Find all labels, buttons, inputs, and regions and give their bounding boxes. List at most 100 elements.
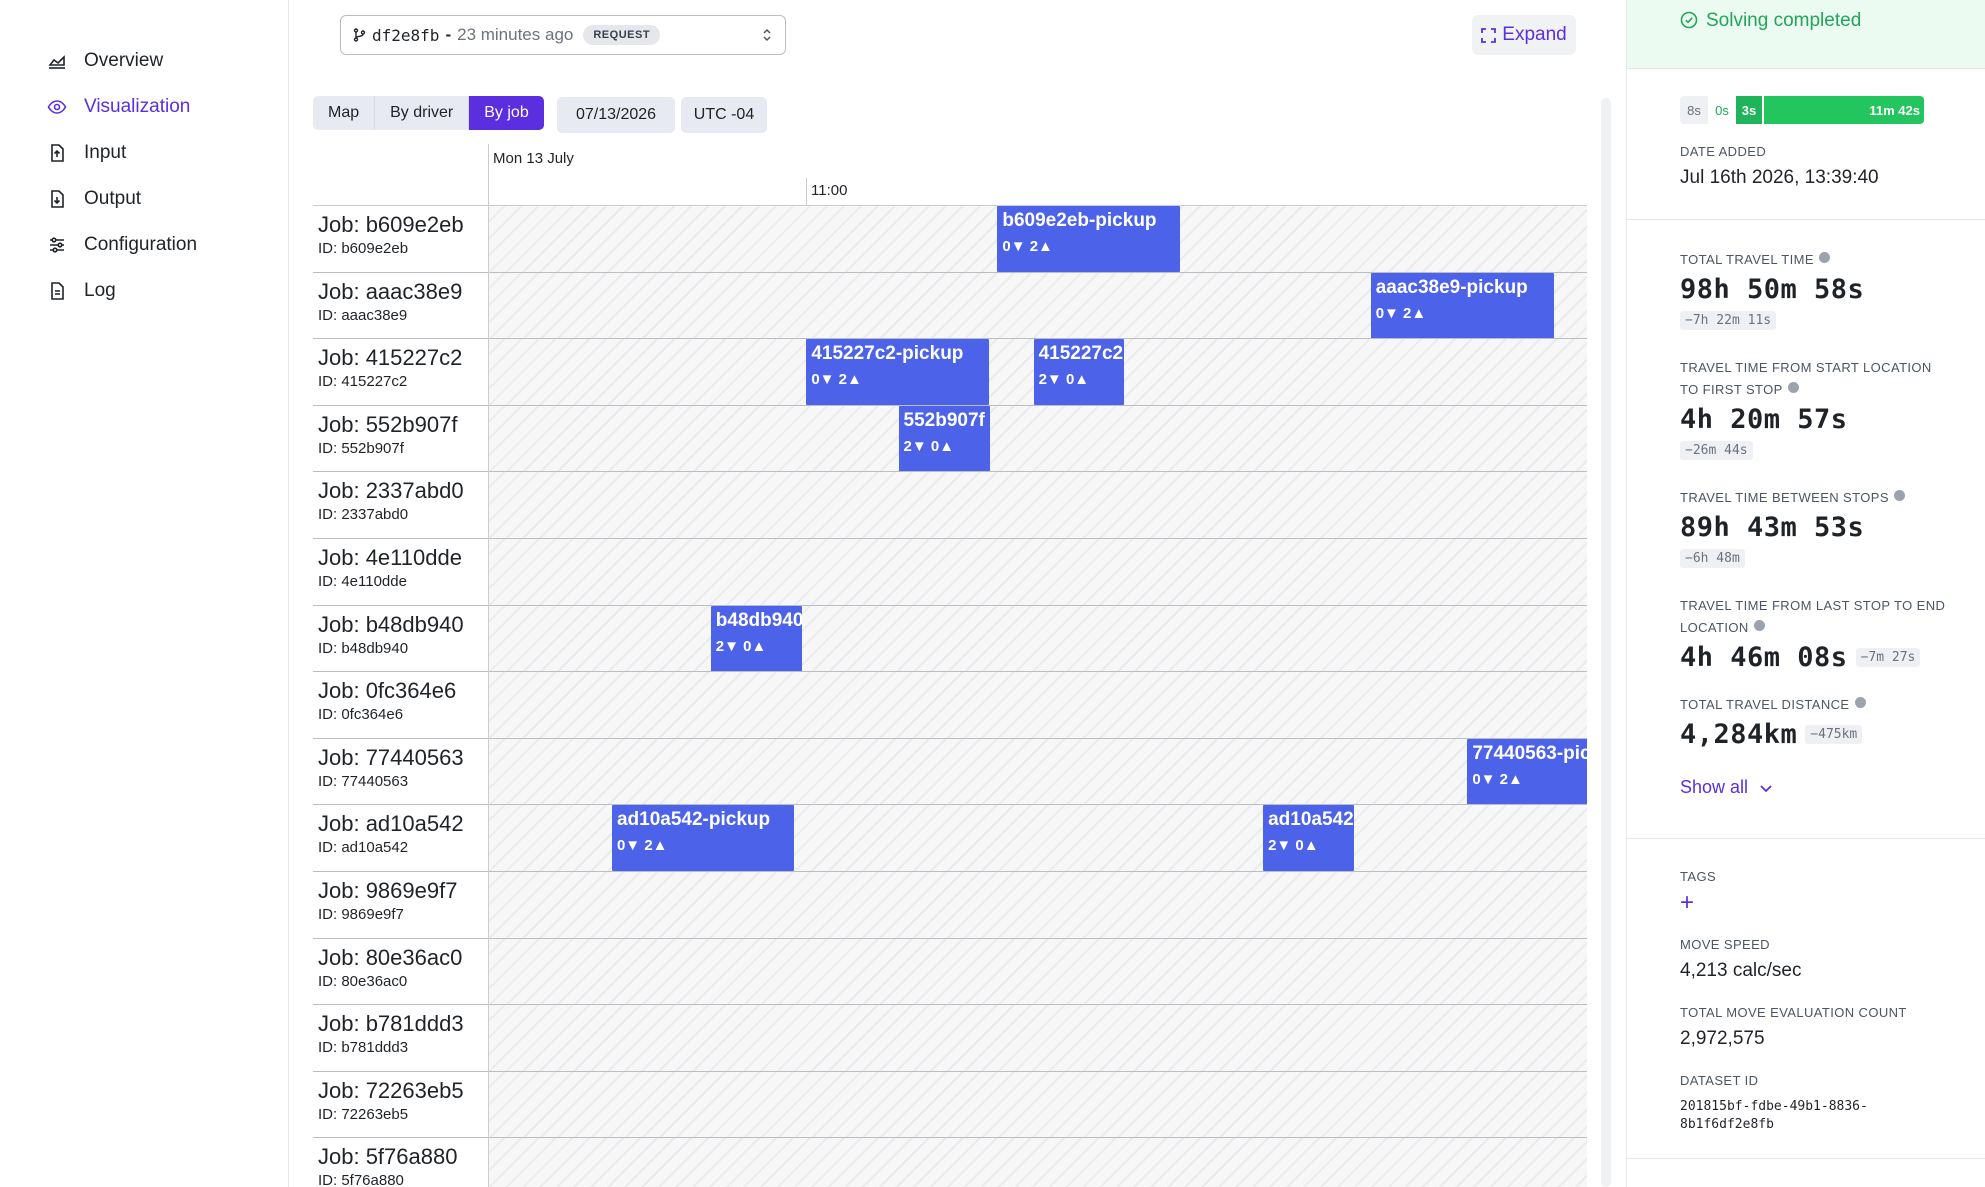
stop-bar-label: b609e2eb-pickup <box>1002 210 1157 231</box>
job-id: ID: 77440563 <box>318 772 409 790</box>
stop-bar[interactable]: 552b907f 2▼ 0▲ <box>898 405 990 472</box>
stop-bar-counts: 0▼ 2▲ <box>616 837 668 855</box>
job-title: Job: 77440563 <box>318 744 464 770</box>
job-label: Job: b781ddd3 ID: b781ddd3 <box>318 1011 488 1056</box>
eye-icon <box>47 100 67 114</box>
job-lane <box>489 871 1587 938</box>
sidebar-item-label: Configuration <box>84 234 198 255</box>
hour-tick <box>806 178 807 206</box>
dataset-id-line1: 201815bf-fdbe-49b1-8836- <box>1680 1099 1868 1114</box>
stop-bar[interactable]: ad10a542-pickup 0▼ 2▲ <box>611 805 795 871</box>
table-row: Job: 80e36ac0 ID: 80e36ac0 <box>313 938 1587 1006</box>
show-all-label: Show all <box>1680 777 1749 797</box>
dataset-id-line2: 8b1f6df2e8fb <box>1680 1117 1774 1132</box>
stop-bar-label: b48db940 <box>715 609 802 631</box>
job-label: Job: 77440563 ID: 77440563 <box>318 745 488 790</box>
check-circle-icon <box>1680 11 1698 29</box>
sidebar-item-output[interactable]: Output <box>47 176 197 222</box>
tab-map[interactable]: Map <box>313 96 376 130</box>
metric-label: TRAVEL TIME FROM START LOCATION TO FIRST… <box>1680 360 1932 397</box>
timeline-day-label: Mon 13 July <box>493 150 574 167</box>
stop-bar[interactable]: b48db940 2▼ 0▲ <box>710 605 802 672</box>
job-title: Job: b48db940 <box>318 611 464 637</box>
job-id: ID: 9869e9f7 <box>318 905 404 923</box>
document-icon <box>51 282 64 300</box>
table-row: Job: 2337abd0 ID: 2337abd0 <box>313 472 1587 539</box>
job-title: Job: 552b907f <box>318 411 458 437</box>
chevron-down-icon <box>1760 784 1772 792</box>
job-title: Job: ad10a542 <box>318 811 464 837</box>
info-icon[interactable] <box>1854 697 1866 708</box>
sidebar-item-visualization[interactable]: Visualization <box>47 84 197 130</box>
table-row: Job: 4e110dde ID: 4e110dde <box>313 538 1587 606</box>
run-details-panel: Solving completed 8s 0s 3s 11m 42s DATE ADD… <box>1626 0 1985 1187</box>
status-text: Solving completed <box>1706 10 1862 31</box>
tab-by-job[interactable]: By job <box>469 96 544 130</box>
sidebar-item-overview[interactable]: Overview <box>47 38 197 84</box>
stop-bar[interactable]: b609e2eb-pickup 0▼ 2▲ <box>997 206 1180 272</box>
table-row: Job: 415227c2 ID: 415227c2 415227c2-pickup… <box>313 339 1587 406</box>
metric-total-travel-time: TOTAL TRAVEL TIME 98h 50m 58s −7h 22m 11… <box>1680 249 1950 330</box>
stop-bar[interactable]: 415227c2 2▼ 0▲ <box>1033 339 1124 405</box>
stop-bar[interactable]: 415227c2-pickup 0▼ 2▲ <box>806 339 989 405</box>
info-icon[interactable] <box>1753 620 1765 631</box>
metric-between-stops: TRAVEL TIME BETWEEN STOPS 89h 43m 53s −6… <box>1680 487 1950 568</box>
job-lane <box>489 1071 1587 1138</box>
move-eval-count: TOTAL MOVE EVALUATION COUNT 2,972,575 <box>1680 1002 1950 1050</box>
timeline-scrollbar[interactable] <box>1601 98 1611 1187</box>
job-title: Job: 5f76a880 <box>318 1144 458 1170</box>
job-title: Job: 72263eb5 <box>318 1077 464 1103</box>
sidebar-item-log[interactable]: Log <box>47 268 197 314</box>
metric-label: TRAVEL TIME BETWEEN STOPS <box>1680 490 1889 505</box>
duration-progress: 8s 0s 3s 11m 42s <box>1680 96 1924 124</box>
sidebar-item-label: Overview <box>84 50 164 71</box>
metric-total-distance: TOTAL TRAVEL DISTANCE 4,284km −475km <box>1680 694 1950 750</box>
expand-button[interactable]: Expand <box>1472 15 1576 55</box>
timezone-select[interactable]: UTC -04 <box>681 97 767 133</box>
job-title: Job: b609e2eb <box>318 212 464 237</box>
stop-bar-label: aaac38e9-pickup <box>1375 276 1528 298</box>
job-id: ID: b781ddd3 <box>318 1039 409 1057</box>
date-picker[interactable]: 07/13/2026 <box>557 97 675 133</box>
divider <box>1627 219 1985 220</box>
stop-bar[interactable]: ad10a542 2▼ 0▲ <box>1263 805 1355 871</box>
job-lane: aaac38e9-pickup 0▼ 2▲ <box>489 272 1587 339</box>
metric-label: TOTAL TRAVEL TIME <box>1680 252 1814 267</box>
request-time-ago: 23 minutes ago <box>457 25 574 44</box>
move-speed: MOVE SPEED 4,213 calc/sec <box>1680 934 1950 982</box>
metric-start-to-first-stop: TRAVEL TIME FROM START LOCATION TO FIRST… <box>1680 357 1950 460</box>
add-tag-button[interactable]: + <box>1680 891 1950 915</box>
metric-delta: −7h 22m 11s <box>1680 311 1777 330</box>
job-title: Job: 9869e9f7 <box>318 877 458 903</box>
metric-value: 89h 43m 53s <box>1680 512 1865 543</box>
tags-section: TAGS + <box>1680 866 1950 915</box>
job-lane: 77440563-pickup 0▼ 2▲ <box>489 738 1587 805</box>
stop-bar[interactable]: aaac38e9-pickup 0▼ 2▲ <box>1370 272 1555 339</box>
show-all-link[interactable]: Show all <box>1680 777 1950 798</box>
job-label: Job: 2337abd0 ID: 2337abd0 <box>318 478 488 523</box>
stop-bar-label: ad10a542 <box>1268 809 1354 831</box>
job-lane <box>489 1005 1587 1071</box>
info-icon[interactable] <box>1893 490 1905 501</box>
timeline-rows: Job: b609e2eb ID: b609e2eb b609e2eb-pickup… <box>313 206 1587 1187</box>
request-select[interactable]: df2e8fb - 23 minutes ago REQUEST <box>340 15 786 55</box>
stop-bar-counts: 2▼ 0▲ <box>1038 371 1090 389</box>
sidebar-item-configuration[interactable]: Configuration <box>47 222 197 268</box>
sliders-icon <box>50 237 64 253</box>
info-icon[interactable] <box>1818 252 1830 263</box>
stop-bar-counts: 0▼ 2▲ <box>1002 238 1053 255</box>
job-id: ID: 2337abd0 <box>318 506 409 524</box>
tab-by-driver[interactable]: By driver <box>375 96 470 130</box>
job-lane <box>489 538 1587 605</box>
stop-bar[interactable]: 77440563-pickup 0▼ 2▲ <box>1467 738 1587 805</box>
dataset-label: DATASET ID <box>1680 1073 1759 1088</box>
job-lane: b609e2eb-pickup 0▼ 2▲ <box>489 206 1587 272</box>
sidebar-item-input[interactable]: Input <box>47 130 197 176</box>
job-label: Job: 72263eb5 ID: 72263eb5 <box>318 1078 488 1123</box>
job-id: ID: 72263eb5 <box>318 1105 409 1123</box>
divider <box>1627 838 1985 839</box>
job-label: Job: 0fc364e6 ID: 0fc364e6 <box>318 678 488 723</box>
info-icon[interactable] <box>1787 382 1799 393</box>
stop-bar-label: ad10a542-pickup <box>616 809 771 831</box>
sidebar-item-label: Input <box>84 142 127 163</box>
